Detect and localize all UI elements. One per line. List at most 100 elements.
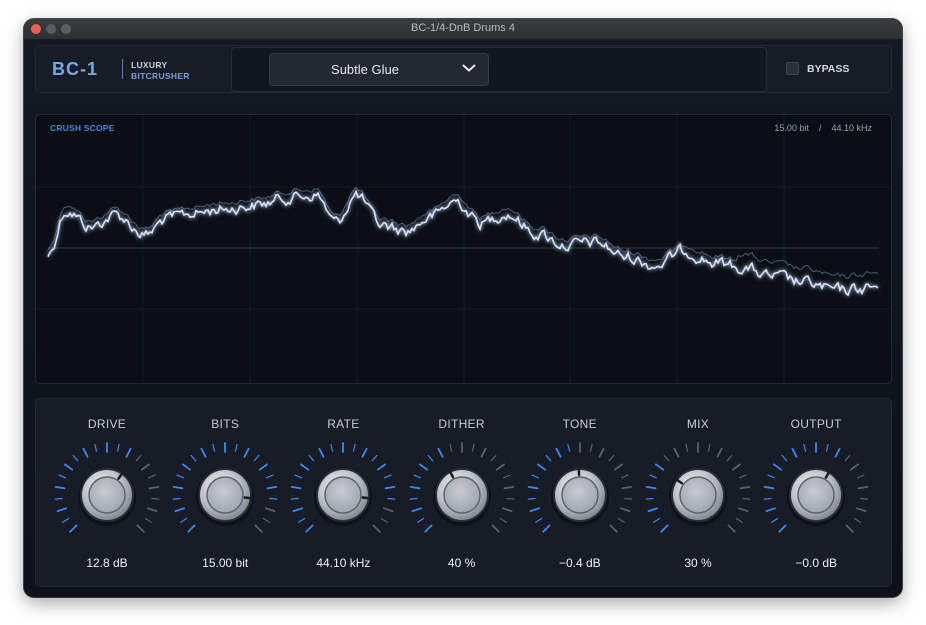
- knob-tick: [136, 524, 145, 533]
- knob-tick: [763, 497, 772, 500]
- knob-tick: [619, 507, 631, 512]
- tagline-top: LUXURY: [131, 60, 168, 70]
- bypass-label: BYPASS: [807, 62, 850, 75]
- knob-tick: [318, 447, 325, 458]
- knob-value: 12.8 dB: [86, 556, 128, 570]
- knob-tick: [140, 463, 150, 471]
- knob-tick: [653, 517, 661, 523]
- knob-tick: [534, 517, 542, 523]
- knob-tick: [54, 497, 63, 500]
- knob-tick: [172, 497, 181, 500]
- knob-tick: [180, 517, 188, 523]
- knob-dial[interactable]: [757, 435, 875, 553]
- knob-label: RATE: [327, 417, 360, 431]
- knob-dial[interactable]: [639, 435, 757, 553]
- knob-tick: [542, 524, 551, 533]
- knob-label: DRIVE: [87, 417, 127, 431]
- scope-wet-trace: [47, 189, 879, 297]
- knob-tick: [377, 463, 387, 471]
- knob-tick: [235, 443, 238, 452]
- knob-label: BITS: [211, 417, 240, 431]
- knob-tick: [54, 486, 66, 490]
- knob-tick: [144, 517, 152, 523]
- knob-tick: [383, 507, 394, 512]
- knob-tick: [480, 447, 487, 458]
- knob-tick: [147, 507, 158, 512]
- knob-value: −0.4 dB: [558, 556, 601, 570]
- knob-output: OUTPUT −0.0 dB: [757, 399, 875, 586]
- knob-tick: [416, 517, 424, 523]
- knob-tick: [427, 454, 433, 462]
- knob-tick: [125, 447, 132, 458]
- knob-tick: [763, 486, 775, 490]
- knob-tick: [176, 474, 185, 479]
- knob-cap: [797, 476, 835, 514]
- knob-tick: [294, 474, 303, 479]
- knob-tick: [266, 474, 274, 479]
- knob-tick: [739, 486, 751, 490]
- knob-label: MIX: [686, 417, 710, 431]
- knob-indicator: [361, 496, 372, 500]
- knob-tick: [135, 454, 142, 462]
- knob-tick: [503, 486, 514, 490]
- bypass-checkbox[interactable]: [786, 62, 799, 75]
- knob-dial[interactable]: [521, 435, 639, 553]
- knob-cap: [561, 476, 599, 514]
- knob-tick: [527, 497, 536, 500]
- knob-tick: [305, 524, 314, 533]
- knob-indicator: [243, 496, 254, 500]
- knob-cap: [442, 476, 481, 514]
- knob-tick: [654, 463, 665, 471]
- knob-tick: [716, 447, 723, 458]
- knob-tick: [613, 463, 623, 471]
- knob-tick: [69, 524, 78, 533]
- knob-tick: [834, 447, 841, 458]
- knob-tick: [555, 447, 562, 458]
- knob-tick: [620, 474, 629, 479]
- knob-tick: [308, 454, 315, 462]
- knob-tick: [62, 517, 70, 523]
- knob-tick: [262, 517, 271, 523]
- knob-tick: [266, 486, 278, 490]
- bypass-toggle[interactable]: BYPASS: [786, 62, 849, 75]
- plugin-window: BC-1/4-DnB Drums 4 BC-1 LUXURY BITCRUSHE…: [24, 19, 902, 597]
- scope-bits-readout: 15.00 bit: [774, 123, 809, 133]
- knob-cap: [206, 476, 244, 514]
- knob-tick: [647, 507, 659, 512]
- knob-tick: [860, 497, 869, 500]
- preset-area: Subtle Glue: [231, 47, 767, 92]
- knob-tick: [527, 486, 539, 490]
- knob-tick: [660, 524, 669, 533]
- knob-tick: [791, 447, 798, 458]
- knob-tone: TONE −0.4 dB: [521, 399, 639, 586]
- knob-tick: [361, 447, 368, 458]
- knob-tick: [418, 463, 428, 471]
- knob-cap: [88, 476, 126, 514]
- knob-tick: [781, 454, 788, 462]
- knob-tick: [148, 486, 160, 490]
- knob-tick: [857, 486, 869, 490]
- knob-dial[interactable]: [403, 435, 521, 553]
- knob-tick: [727, 524, 736, 533]
- logo: BC-1: [52, 59, 99, 79]
- knob-dial[interactable]: [166, 435, 284, 553]
- knob-dial[interactable]: [48, 435, 166, 553]
- knob-tick: [645, 497, 654, 500]
- knob-bits: BITS 15.00 bit: [166, 399, 284, 586]
- knob-tick: [300, 463, 310, 471]
- scope-dry-trace: [47, 186, 879, 280]
- knob-tick: [291, 486, 302, 490]
- knob-cap: [324, 476, 363, 514]
- knob-tick: [151, 497, 160, 500]
- knob-tick: [609, 524, 618, 533]
- preset-dropdown[interactable]: Subtle Glue: [269, 53, 489, 86]
- knob-tick: [621, 486, 633, 490]
- knob-tick: [437, 447, 443, 458]
- knob-tick: [387, 497, 396, 500]
- knob-tick: [212, 443, 216, 452]
- knob-tick: [649, 474, 657, 479]
- knob-tick: [253, 454, 260, 462]
- knob-value: 30 %: [684, 556, 712, 570]
- knob-tick: [767, 474, 776, 479]
- knob-dial[interactable]: [284, 435, 402, 553]
